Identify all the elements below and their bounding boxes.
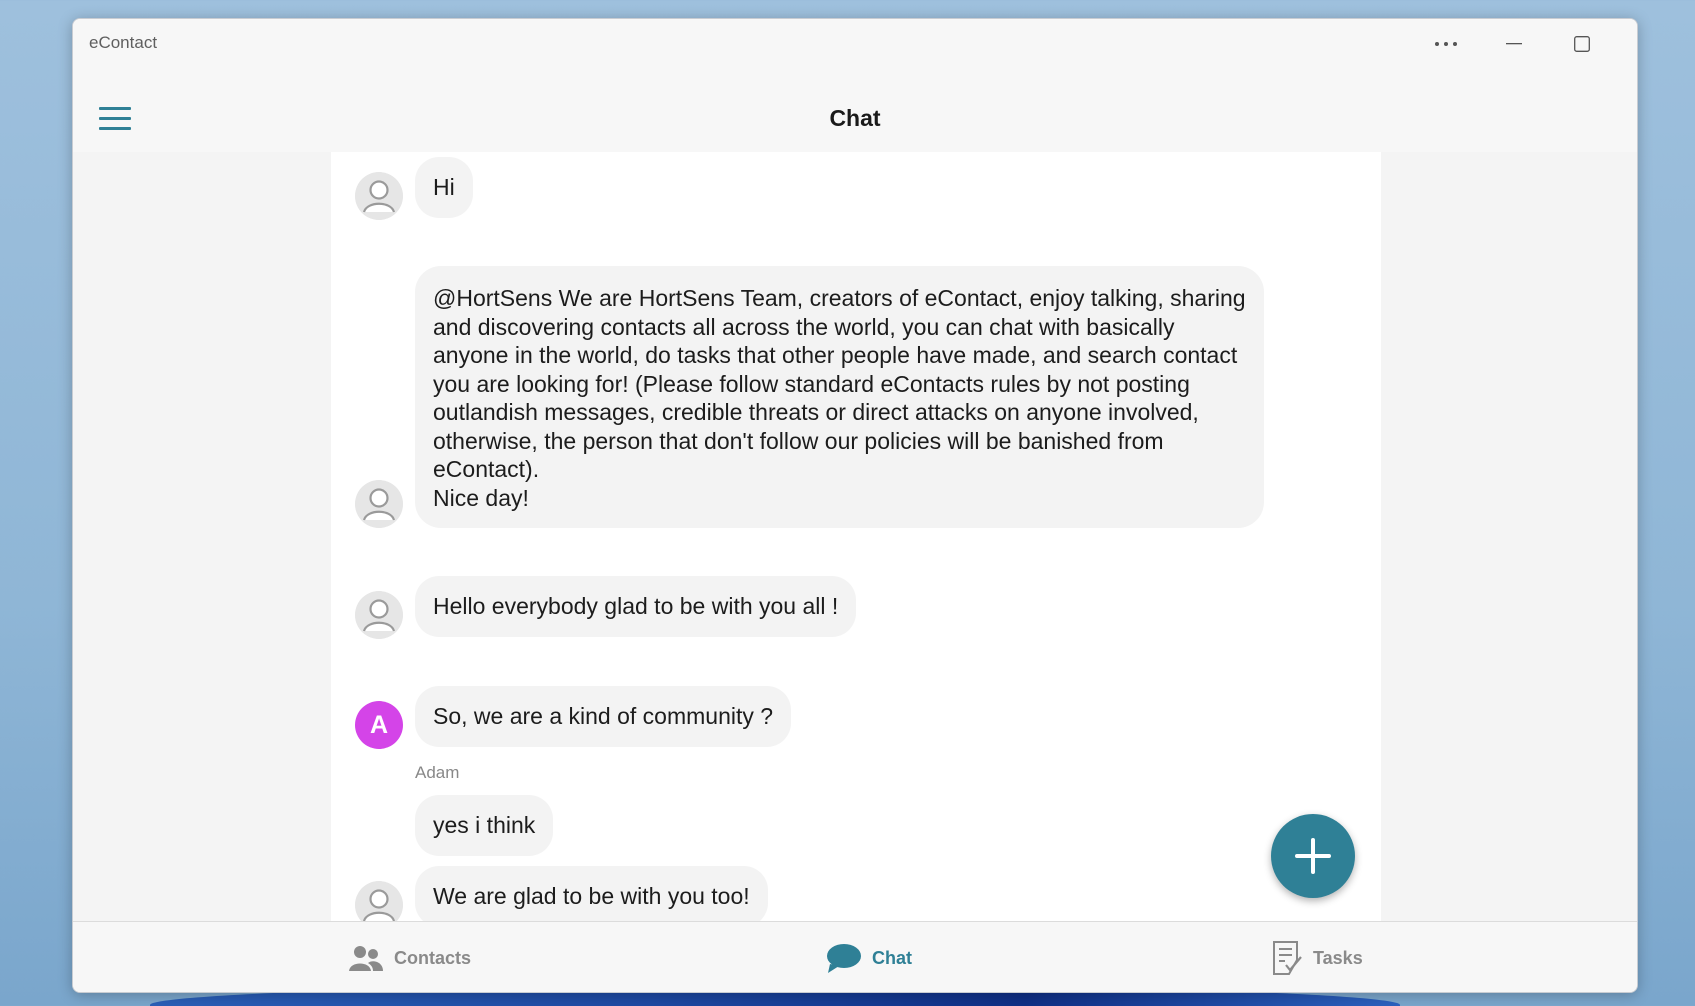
title-bar: eContact bbox=[73, 19, 1637, 67]
message-bubble: So, we are a kind of community ? bbox=[415, 686, 792, 747]
chat-message-list[interactable]: Hi @HortSens We are HortSens Team, creat… bbox=[331, 152, 1381, 939]
more-icon bbox=[1435, 42, 1457, 46]
nav-label: Contacts bbox=[394, 947, 472, 968]
avatar bbox=[355, 591, 403, 639]
app-title: eContact bbox=[89, 33, 158, 52]
nav-label: Tasks bbox=[1313, 947, 1363, 968]
nav-chat[interactable]: Chat bbox=[826, 940, 912, 976]
more-button[interactable] bbox=[1423, 29, 1469, 59]
avatar bbox=[355, 480, 403, 528]
close-button[interactable] bbox=[1628, 29, 1637, 59]
maximize-button[interactable] bbox=[1559, 29, 1605, 59]
maximize-icon bbox=[1574, 36, 1590, 52]
chat-bubble-icon bbox=[827, 944, 861, 973]
avatar bbox=[355, 172, 403, 220]
message-bubble: yes i think bbox=[415, 795, 554, 856]
message-bubble: We are glad to be with you too! bbox=[415, 866, 768, 927]
nav-label: Chat bbox=[872, 947, 912, 968]
default-avatar-icon bbox=[355, 591, 403, 639]
avatar: A bbox=[355, 701, 403, 749]
minimize-button[interactable] bbox=[1491, 29, 1537, 59]
default-avatar-icon bbox=[355, 480, 403, 528]
default-avatar-icon bbox=[355, 172, 403, 220]
tasks-icon bbox=[1273, 941, 1302, 975]
page-title: Chat bbox=[829, 105, 881, 131]
new-message-fab[interactable] bbox=[1271, 814, 1355, 898]
nav-contacts[interactable]: Contacts bbox=[348, 940, 471, 976]
plus-icon bbox=[1295, 838, 1331, 874]
sender-name: Adam bbox=[415, 763, 460, 782]
minimize-icon bbox=[1506, 43, 1522, 45]
nav-tasks[interactable]: Tasks bbox=[1271, 940, 1363, 976]
message-bubble: Hi bbox=[415, 157, 473, 218]
contacts-icon bbox=[349, 946, 383, 971]
app-window: eContact Chat Hi @HortSens We are HortSe… bbox=[72, 18, 1638, 993]
bottom-navigation: Contacts Chat Tasks bbox=[73, 921, 1637, 992]
message-bubble: @HortSens We are HortSens Team, creators… bbox=[415, 266, 1264, 528]
app-header: Chat bbox=[73, 67, 1637, 152]
message-bubble: Hello everybody glad to be with you all … bbox=[415, 576, 857, 637]
